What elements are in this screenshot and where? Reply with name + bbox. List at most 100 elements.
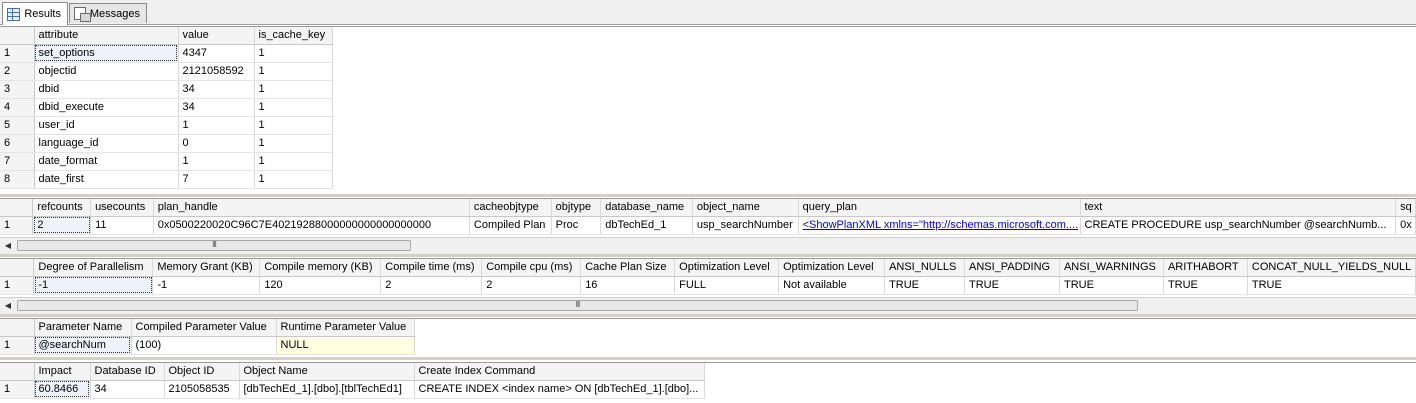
row-number[interactable]: 2: [0, 62, 35, 81]
column-header[interactable]: objtype: [551, 199, 602, 217]
table-cell[interactable]: dbTechEd_1: [600, 216, 693, 235]
column-header[interactable]: object_name: [692, 199, 799, 217]
table-cell[interactable]: 34: [178, 80, 255, 99]
pane-splitter[interactable]: [0, 314, 1416, 317]
column-header[interactable]: text: [1080, 199, 1397, 217]
table-cell[interactable]: objectid: [34, 62, 179, 81]
table-cell[interactable]: date_first: [34, 170, 179, 189]
table-cell[interactable]: 4347: [178, 44, 255, 63]
row-number[interactable]: 7: [0, 152, 35, 171]
scrollbar-thumb[interactable]: III: [17, 300, 1138, 311]
table-cell[interactable]: Compiled Plan: [469, 216, 552, 235]
row-number[interactable]: 1: [0, 44, 35, 63]
table-cell[interactable]: NULL: [276, 336, 415, 355]
row-number[interactable]: 1: [0, 276, 35, 295]
table-cell[interactable]: language_id: [34, 134, 179, 153]
table-cell[interactable]: 11: [90, 216, 154, 235]
tab-messages[interactable]: Messages: [69, 3, 147, 23]
table-cell[interactable]: 34: [178, 98, 255, 117]
query-plan-cell[interactable]: <ShowPlanXML xmlns="http://schemas.micro…: [798, 216, 1081, 235]
pane-splitter[interactable]: [0, 254, 1416, 257]
table-row[interactable]: 4 dbid_execute 34 1: [0, 98, 333, 117]
table-row[interactable]: 1 @searchNum (100) NULL: [0, 336, 415, 355]
table-cell[interactable]: 2: [32, 216, 92, 235]
scroll-left-icon[interactable]: ◀: [0, 298, 16, 314]
table-cell[interactable]: 1: [254, 134, 333, 153]
table-cell[interactable]: 1: [254, 170, 333, 189]
table-cell[interactable]: usp_searchNumber: [692, 216, 799, 235]
scroll-left-icon[interactable]: ◀: [0, 238, 16, 254]
table-cell[interactable]: -1: [152, 276, 261, 295]
table-cell[interactable]: 2121058592: [178, 62, 255, 81]
column-header[interactable]: Compile cpu (ms): [481, 259, 582, 277]
table-cell[interactable]: TRUE: [1247, 276, 1416, 295]
table-row[interactable]: 2 objectid 2121058592 1: [0, 62, 333, 81]
result-grid-plan-properties[interactable]: Degree of Parallelism Memory Grant (KB) …: [0, 258, 1416, 296]
table-cell[interactable]: 0: [178, 134, 255, 153]
table-cell[interactable]: 2: [380, 276, 483, 295]
query-plan-link[interactable]: <ShowPlanXML xmlns="http://schemas.micro…: [803, 219, 1079, 231]
result-grid-cached-plan[interactable]: refcounts usecounts plan_handle cacheobj…: [0, 198, 1416, 236]
table-cell[interactable]: 1: [254, 44, 333, 63]
column-header[interactable]: Parameter Name: [34, 319, 132, 337]
table-cell[interactable]: 120: [259, 276, 382, 295]
table-row[interactable]: 5 user_id 1 1: [0, 116, 333, 135]
table-cell[interactable]: (100): [131, 336, 277, 355]
table-cell[interactable]: 1: [254, 62, 333, 81]
table-cell[interactable]: @searchNum: [34, 336, 132, 355]
table-row[interactable]: 3 dbid 34 1: [0, 80, 333, 99]
table-cell[interactable]: TRUE: [1163, 276, 1248, 295]
column-header[interactable]: ANSI_WARNINGS: [1059, 259, 1164, 277]
table-cell[interactable]: set_options: [34, 44, 179, 63]
column-header[interactable]: attribute: [34, 27, 179, 45]
table-cell[interactable]: 2: [481, 276, 582, 295]
table-cell[interactable]: 1: [254, 152, 333, 171]
column-header[interactable]: Optimization Level: [674, 259, 780, 277]
column-header[interactable]: usecounts: [90, 199, 154, 217]
table-cell[interactable]: TRUE: [964, 276, 1060, 295]
table-cell[interactable]: CREATE PROCEDURE usp_searchNumber @searc…: [1080, 216, 1397, 235]
table-cell[interactable]: 16: [580, 276, 676, 295]
table-cell[interactable]: 7: [178, 170, 255, 189]
column-header[interactable]: refcounts: [32, 199, 92, 217]
column-header[interactable]: Compile time (ms): [380, 259, 483, 277]
pane-splitter[interactable]: [0, 357, 1416, 360]
row-number[interactable]: 5: [0, 116, 35, 135]
column-header[interactable]: query_plan: [798, 199, 1081, 217]
pane-splitter[interactable]: [0, 194, 1416, 197]
row-number[interactable]: 1: [0, 380, 35, 399]
table-row[interactable]: 1 -1 -1 120 2 2 16 FULL Not available TR…: [0, 276, 1416, 295]
column-header[interactable]: database_name: [600, 199, 693, 217]
column-header[interactable]: sq: [1395, 199, 1416, 217]
table-cell[interactable]: dbid: [34, 80, 179, 99]
row-number[interactable]: 1: [0, 336, 35, 355]
table-row[interactable]: 8 date_first 7 1: [0, 170, 333, 189]
table-row[interactable]: 7 date_format 1 1: [0, 152, 333, 171]
table-cell[interactable]: 1: [178, 116, 255, 135]
column-header[interactable]: Compiled Parameter Value: [131, 319, 277, 337]
column-header[interactable]: Degree of Parallelism: [33, 259, 154, 277]
table-row[interactable]: 6 language_id 0 1: [0, 134, 333, 153]
scrollbar-thumb[interactable]: III: [17, 240, 411, 251]
tab-results[interactable]: Results: [2, 2, 68, 25]
table-cell[interactable]: 2105058535: [164, 380, 240, 399]
horizontal-scrollbar[interactable]: ◀ III: [0, 237, 1416, 254]
column-header[interactable]: ANSI_NULLS: [884, 259, 966, 277]
table-cell[interactable]: -1: [33, 276, 154, 295]
column-header[interactable]: Runtime Parameter Value: [276, 319, 415, 337]
result-grid-parameters[interactable]: Parameter Name Compiled Parameter Value …: [0, 318, 1416, 357]
table-cell[interactable]: [dbTechEd_1].[dbo].[tblTechEd1]: [239, 380, 415, 399]
row-number[interactable]: 1: [0, 216, 34, 235]
table-cell[interactable]: FULL: [674, 276, 780, 295]
table-row[interactable]: 1 set_options 4347 1: [0, 44, 333, 63]
table-row[interactable]: 1 2 11 0x0500220020C96C7E402192880000000…: [0, 216, 1416, 235]
table-cell[interactable]: 34: [90, 380, 165, 399]
table-cell[interactable]: Not available: [778, 276, 886, 295]
column-header[interactable]: value: [178, 27, 255, 45]
table-cell[interactable]: Proc: [551, 216, 602, 235]
table-cell[interactable]: TRUE: [884, 276, 966, 295]
column-header[interactable]: Impact: [34, 363, 91, 381]
column-header[interactable]: cacheobjtype: [469, 199, 552, 217]
column-header[interactable]: ANSI_PADDING: [964, 259, 1060, 277]
table-row[interactable]: 1 60.8466 34 2105058535 [dbTechEd_1].[db…: [0, 380, 705, 399]
